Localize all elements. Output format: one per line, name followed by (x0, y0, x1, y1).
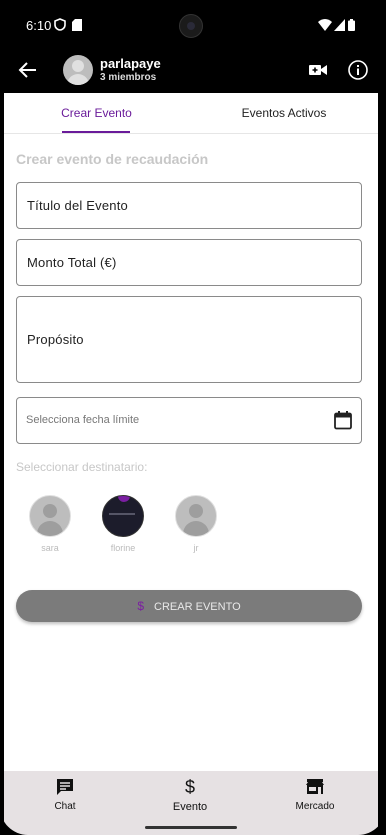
calendar-icon[interactable] (333, 410, 353, 430)
dollar-icon: $ (184, 777, 195, 797)
recipient-sara[interactable]: sara (29, 495, 71, 553)
event-title-label: Título del Evento (27, 198, 128, 213)
chat-header: parlapaye 3 miembros (0, 50, 386, 93)
phone-screen: 6:10 parlapaye 3 miembros Crear Evento E… (0, 0, 386, 835)
purpose-field[interactable]: Propósito (16, 296, 362, 383)
purpose-label: Propósito (27, 332, 84, 347)
nav-label: Mercado (295, 801, 335, 812)
wifi-icon (318, 18, 332, 36)
event-tabs: Crear Evento Eventos Activos (4, 93, 378, 134)
avatar (175, 495, 217, 537)
tab-indicator (62, 131, 130, 133)
avatar (102, 495, 144, 537)
vpn-icon (54, 18, 66, 36)
event-title-field[interactable]: Título del Evento (16, 182, 362, 229)
amount-label: Monto Total (€) (27, 255, 117, 270)
group-member-count: 3 miembros (100, 72, 157, 83)
back-arrow-icon[interactable] (16, 58, 40, 82)
group-avatar[interactable] (63, 55, 93, 85)
recipient-title: Seleccionar destinatario: (16, 460, 148, 474)
tab-create-event[interactable]: Crear Evento (44, 93, 149, 133)
nav-market[interactable]: Mercado (275, 777, 355, 812)
front-camera (179, 14, 203, 38)
signal-icon (334, 18, 345, 36)
deadline-placeholder: Selecciona fecha límite (26, 414, 140, 426)
event-screen: Crear Evento Eventos Activos Crear event… (4, 93, 378, 771)
create-event-button[interactable]: $ CREAR EVENTO (16, 590, 362, 622)
section-title: Crear evento de recaudación (16, 151, 209, 167)
battery-icon (348, 18, 355, 36)
info-icon[interactable] (347, 59, 369, 81)
dollar-icon: $ (137, 599, 145, 613)
nav-label: Chat (54, 801, 76, 812)
recipient-jr[interactable]: jr (175, 495, 217, 553)
chat-icon (25, 777, 105, 797)
deadline-date-field[interactable]: Selecciona fecha límite (16, 397, 362, 444)
nav-label: Evento (172, 801, 208, 813)
video-call-icon[interactable] (308, 60, 328, 80)
gesture-bar[interactable] (145, 826, 237, 829)
tab-active-events[interactable]: Eventos Activos (219, 93, 349, 133)
amount-field[interactable]: Monto Total (€) (16, 239, 362, 286)
recipient-name: jr (193, 543, 199, 553)
status-bar: 6:10 (0, 0, 386, 50)
nav-chat[interactable]: Chat (25, 777, 105, 812)
sim-card-icon (72, 18, 82, 36)
group-name[interactable]: parlapaye (100, 56, 161, 71)
recipient-name: sara (41, 543, 59, 553)
store-icon (275, 777, 355, 797)
status-time: 6:10 (26, 18, 52, 33)
recipient-florine[interactable]: florine (102, 495, 144, 553)
nav-event[interactable]: $ Evento (150, 777, 230, 813)
recipient-name: florine (110, 543, 136, 553)
avatar (29, 495, 71, 537)
create-event-label: CREAR EVENTO (154, 601, 241, 613)
